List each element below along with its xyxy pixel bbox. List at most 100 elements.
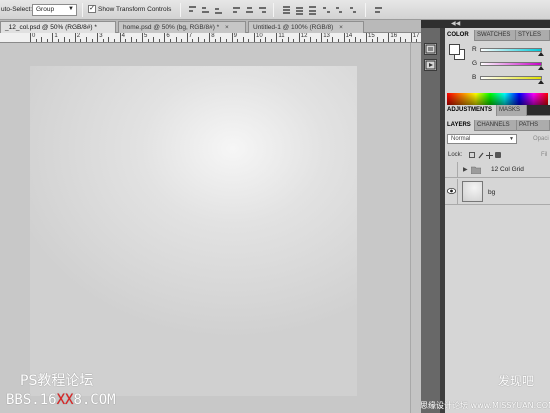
document-canvas[interactable] [30, 66, 357, 396]
visibility-toggle[interactable] [445, 162, 458, 177]
ruler-major-tick [186, 33, 188, 42]
tab-label: COLOR [447, 32, 469, 38]
align-left-icon[interactable] [232, 5, 241, 15]
ruler-minor-tick [282, 39, 283, 42]
doc-tab-home[interactable]: home.psd @ 50% (bg, RGB/8#) * × [118, 21, 246, 33]
tab-paths[interactable]: PATHS [517, 120, 550, 131]
expand-arrow-icon[interactable]: ▶ [463, 166, 468, 173]
tab-label: CHANNELS [477, 122, 510, 128]
canvas-workspace [0, 43, 410, 413]
tab-adjustments[interactable]: ADJUSTMENTS [445, 105, 497, 116]
ruler-major-tick [298, 33, 300, 42]
tab-label: LAYERS [447, 122, 471, 128]
tab-layers[interactable]: LAYERS [445, 120, 475, 131]
panel-icon-dock [421, 20, 440, 413]
ruler-major-tick [366, 33, 367, 42]
slider-knob[interactable] [538, 66, 544, 70]
ruler-minor-tick [416, 39, 418, 42]
ruler-minor-tick [192, 39, 194, 42]
foreground-color-swatch[interactable] [449, 44, 460, 55]
layer-row-bg[interactable]: bg [445, 179, 550, 205]
visibility-toggle[interactable] [445, 179, 458, 204]
doc-tab-12-col[interactable]: _12_col.psd @ 50% (RGB/8#) * [0, 21, 116, 33]
layer-row-group[interactable]: ▶ 12 Col Grid [445, 162, 550, 178]
ruler-minor-tick [332, 37, 334, 42]
ruler-minor-tick [130, 37, 132, 42]
red-channel-slider[interactable] [480, 48, 544, 56]
chevron-down-icon: ▼ [509, 136, 514, 142]
distribute-vcenter-icon[interactable] [295, 5, 304, 15]
ruler-minor-tick [114, 39, 115, 42]
tab-color[interactable]: COLOR [445, 30, 475, 41]
ruler-major-tick [119, 33, 121, 42]
align-bottom-icon[interactable] [214, 5, 223, 15]
align-vcenter-icon[interactable] [201, 5, 210, 15]
lock-position-icon[interactable] [486, 152, 493, 159]
ruler-minor-tick [125, 39, 127, 42]
ruler-minor-tick [382, 39, 384, 42]
blend-mode-dropdown[interactable]: Normal ▼ [447, 134, 517, 144]
collapse-arrow-icon[interactable]: ◀◀ [451, 20, 460, 27]
eye-icon [447, 188, 456, 194]
auto-select-dropdown[interactable]: Group ▼ [32, 4, 77, 16]
watermark-ps-forum: PS教程论坛 [20, 373, 94, 389]
watermark-faxianba: 发现吧 [498, 374, 535, 388]
distribute-bottom-icon[interactable] [308, 5, 317, 15]
auto-select-label: uto-Select: [1, 6, 33, 13]
lock-all-icon[interactable] [495, 152, 501, 158]
lock-transparent-icon[interactable] [469, 152, 475, 158]
distribute-left-icon[interactable] [322, 5, 331, 15]
ruler-minor-tick [80, 39, 82, 42]
ruler-major-tick [254, 33, 255, 42]
tab-masks[interactable]: MASKS [497, 105, 527, 116]
auto-select-value: Group [36, 6, 55, 13]
ruler-minor-tick [338, 39, 339, 42]
distribute-top-icon[interactable] [282, 5, 291, 15]
watermark-url-prefix: BBS.16 [6, 392, 57, 408]
separator [365, 3, 366, 17]
green-channel-slider[interactable] [480, 62, 544, 70]
ruler-minor-tick [214, 39, 216, 42]
watermark-url-highlight: XX [56, 392, 74, 408]
history-panel-icon[interactable] [424, 43, 437, 55]
show-transform-checkbox[interactable]: ✓ [88, 5, 96, 13]
ruler-major-tick [30, 33, 31, 42]
align-hcenter-icon[interactable] [245, 5, 254, 15]
watermark-url-suffix: 8.COM [73, 392, 116, 408]
ruler-minor-tick [147, 39, 149, 42]
close-icon[interactable]: × [225, 24, 229, 31]
align-right-icon[interactable] [258, 5, 267, 15]
distribute-right-icon[interactable] [348, 5, 357, 15]
distribute-hcenter-icon[interactable] [335, 5, 344, 15]
actions-panel-icon[interactable] [424, 59, 437, 71]
ruler-major-tick [209, 33, 211, 42]
fill-label: Fil [541, 152, 548, 158]
ruler-minor-tick [326, 39, 328, 42]
slider-knob[interactable] [538, 80, 544, 84]
ruler-minor-tick [259, 39, 261, 42]
close-icon[interactable]: × [339, 24, 343, 31]
ruler-major-tick [231, 33, 233, 42]
doc-tab-label: Untitled-1 @ 100% (RGB/8) [253, 24, 334, 31]
red-channel-label: R [472, 46, 477, 53]
tab-swatches[interactable]: SWATCHES [475, 30, 516, 41]
ruler-minor-tick [371, 39, 373, 42]
ruler-major-tick [142, 33, 143, 42]
blue-channel-slider[interactable] [480, 76, 544, 84]
color-panel-tabs: COLOR SWATCHES STYLES [445, 30, 550, 41]
align-top-icon[interactable] [188, 5, 197, 15]
ruler-major-tick [74, 33, 76, 42]
tab-label: STYLES [518, 32, 542, 38]
ruler-minor-tick [136, 39, 138, 42]
ruler-minor-tick [315, 39, 317, 42]
ruler-major-tick [388, 33, 390, 42]
tab-styles[interactable]: STYLES [516, 30, 550, 41]
doc-tab-label: _12_col.psd @ 50% (RGB/8#) * [5, 24, 97, 31]
auto-align-layers-icon[interactable] [374, 5, 383, 15]
lock-paint-icon[interactable] [478, 152, 484, 159]
tab-channels[interactable]: CHANNELS [475, 120, 517, 131]
ruler-minor-tick [198, 37, 199, 42]
ruler-minor-tick [293, 39, 295, 42]
doc-tab-untitled[interactable]: Untitled-1 @ 100% (RGB/8) × [248, 21, 364, 33]
slider-knob[interactable] [538, 52, 544, 56]
